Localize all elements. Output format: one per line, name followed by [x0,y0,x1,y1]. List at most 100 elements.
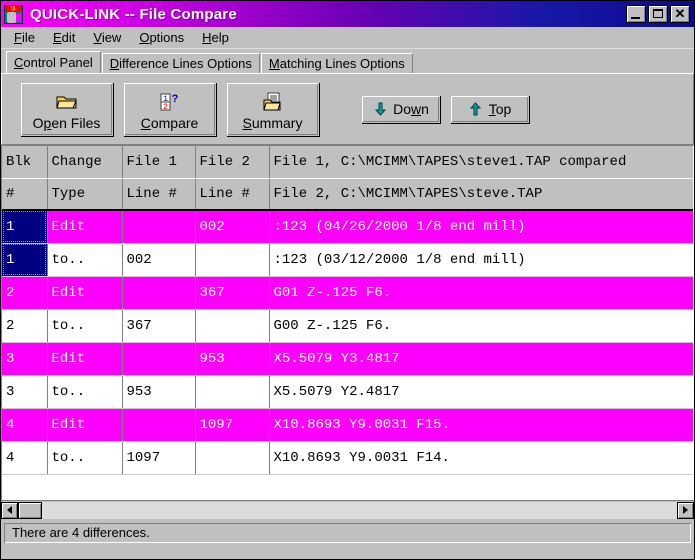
cell-block-number[interactable]: 3 [2,375,48,409]
table-row[interactable]: 2 to.. 367 G00 Z-.125 F6. [2,309,693,343]
cell-block-number[interactable]: 1 [2,210,48,244]
cell-line-text[interactable]: X10.8693 Y9.0031 F15. [269,408,693,442]
cell-file2-line[interactable]: 367 [195,276,270,310]
application-window: QL QUICK-LINK -- File Compare ✕ File Edi… [0,0,695,560]
cell-file1-line[interactable] [122,342,196,376]
compare-button[interactable]: 1 2 ? Compare [123,82,216,136]
cell-block-number[interactable]: 1 [2,243,48,277]
header-file2-line[interactable]: Line # [195,178,270,211]
minimize-button[interactable] [626,5,646,23]
tab-strip: Control Panel Difference Lines Options M… [1,49,694,73]
cell-change-type[interactable]: Edit [47,210,123,244]
cell-file2-line[interactable] [195,243,270,277]
table-row[interactable]: 4 Edit 1097 X10.8693 Y9.0031 F15. [2,408,693,442]
table-row[interactable]: 1 to.. 002 :123 (03/12/2000 1/8 end mill) [2,243,693,277]
open-files-button[interactable]: Open Files [20,82,113,136]
scrollbar-track[interactable] [18,501,677,519]
header-blk-num[interactable]: # [2,178,48,211]
cell-file1-line[interactable] [122,408,196,442]
cell-file1-line[interactable]: 002 [122,243,196,277]
tab-matching-lines-options[interactable]: Matching Lines Options [260,53,413,73]
cell-file1-line[interactable] [122,276,196,310]
comparison-table: Blk Change File 1 File 2 File 1, C:\MCIM… [2,146,693,475]
table-row[interactable]: 4 to.. 1097 X10.8693 Y9.0031 F14. [2,441,693,475]
table-row[interactable]: 3 Edit 953 X5.5079 Y3.4817 [2,342,693,376]
cell-change-type[interactable]: to.. [47,441,123,475]
header-file1[interactable]: File 1 [122,146,196,179]
down-button[interactable]: Down [361,95,440,123]
cell-line-text[interactable]: :123 (04/26/2000 1/8 end mill) [269,210,693,244]
status-message: There are 4 differences. [4,522,691,543]
down-label: Down [393,101,429,117]
cell-file1-line[interactable] [122,210,196,244]
header-file2[interactable]: File 2 [195,146,270,179]
header-blk[interactable]: Blk [2,146,48,179]
cell-change-type[interactable]: to.. [47,309,123,343]
menu-bar: File Edit View Options Help [1,27,694,49]
table-row[interactable]: 3 to.. 953 X5.5079 Y2.4817 [2,375,693,409]
status-bar: There are 4 differences. [1,519,694,546]
close-button[interactable]: ✕ [670,5,690,23]
cell-line-text[interactable]: X10.8693 Y9.0031 F14. [269,441,693,475]
table-row[interactable]: 1 Edit 002:123 (04/26/2000 1/8 end mill) [2,210,693,244]
summary-button[interactable]: Summary [226,82,319,136]
window-controls: ✕ [626,5,692,23]
cell-file2-line[interactable]: 953 [195,342,270,376]
menu-item-file[interactable]: File [8,29,43,46]
scroll-right-icon [683,506,688,514]
cell-file2-line[interactable] [195,309,270,343]
table-header-row-1: Blk Change File 1 File 2 File 1, C:\MCIM… [2,146,693,179]
cell-file2-line[interactable]: 1097 [195,408,270,442]
arrow-up-icon [468,101,484,117]
cell-file1-line[interactable]: 1097 [122,441,196,475]
window-title: QUICK-LINK -- File Compare [30,5,237,23]
summary-label: Summary [242,114,303,131]
cell-change-type[interactable]: Edit [47,408,123,442]
maximize-button[interactable] [648,5,668,23]
svg-text:?: ? [171,93,178,105]
menu-item-help[interactable]: Help [196,29,237,46]
header-change[interactable]: Change [47,146,123,179]
cell-block-number[interactable]: 4 [2,441,48,475]
menu-item-edit[interactable]: Edit [47,29,83,46]
cell-line-text[interactable]: :123 (03/12/2000 1/8 end mill) [269,243,693,277]
cell-file1-line[interactable]: 367 [122,309,196,343]
header-file2-path[interactable]: File 2, C:\MCIMM\TAPES\steve.TAP [269,178,693,211]
header-change-type[interactable]: Type [47,178,123,211]
horizontal-scrollbar[interactable] [1,500,694,519]
menu-item-view[interactable]: View [87,29,129,46]
cell-block-number[interactable]: 4 [2,408,48,442]
cell-file2-line[interactable]: 002 [195,210,270,244]
cell-block-number[interactable]: 2 [2,276,48,310]
arrow-down-icon [372,101,388,117]
cell-change-type[interactable]: to.. [47,243,123,277]
tab-control-panel[interactable]: Control Panel [6,51,101,73]
cell-block-number[interactable]: 2 [2,309,48,343]
svg-text:2: 2 [163,103,168,112]
top-button[interactable]: Top [450,95,529,123]
scroll-left-button[interactable] [1,501,18,519]
scroll-right-button[interactable] [677,501,694,519]
minimize-icon [631,17,640,19]
cell-file1-line[interactable]: 953 [122,375,196,409]
cell-file2-line[interactable] [195,441,270,475]
table-header-row-2: # Type Line # Line # File 2, C:\MCIMM\TA… [2,178,693,211]
header-file1-line[interactable]: Line # [122,178,196,211]
menu-item-options[interactable]: Options [133,29,192,46]
cell-block-number[interactable]: 3 [2,342,48,376]
cell-change-type[interactable]: Edit [47,342,123,376]
cell-change-type[interactable]: to.. [47,375,123,409]
tab-difference-lines-options[interactable]: Difference Lines Options [101,53,260,73]
scrollbar-thumb[interactable] [18,501,42,519]
cell-line-text[interactable]: X5.5079 Y2.4817 [269,375,693,409]
header-file1-path[interactable]: File 1, C:\MCIMM\TAPES\steve1.TAP compar… [269,146,693,179]
toolbar: Open Files 1 2 ? Compare Summary Down To… [1,73,694,145]
comparison-grid[interactable]: Blk Change File 1 File 2 File 1, C:\MCIM… [1,145,694,500]
summary-doc-icon [260,91,286,113]
cell-change-type[interactable]: Edit [47,276,123,310]
cell-line-text[interactable]: G01 Z-.125 F6. [269,276,693,310]
table-row[interactable]: 2 Edit 367 G01 Z-.125 F6. [2,276,693,310]
cell-file2-line[interactable] [195,375,270,409]
cell-line-text[interactable]: X5.5079 Y3.4817 [269,342,693,376]
cell-line-text[interactable]: G00 Z-.125 F6. [269,309,693,343]
